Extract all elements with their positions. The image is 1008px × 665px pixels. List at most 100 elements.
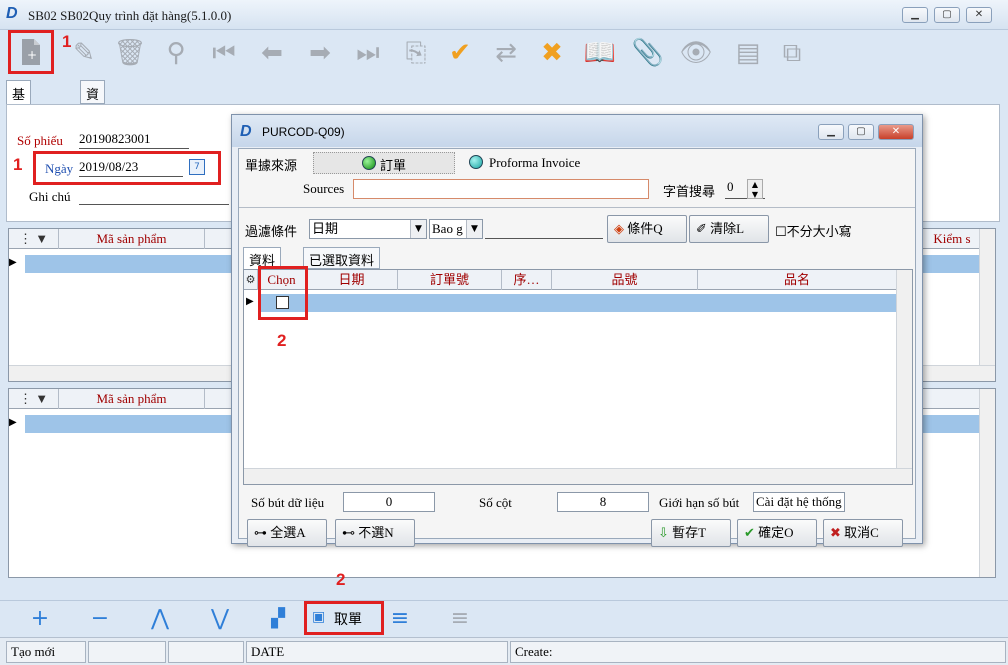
divider (239, 207, 915, 208)
dialog-minimize-button[interactable]: ▁ (818, 124, 844, 140)
attach-clip-icon[interactable]: 📎 (628, 34, 668, 72)
select-none-label: 不選N (358, 525, 394, 540)
grid2-vscroll[interactable] (979, 389, 995, 577)
col-item-no[interactable]: 品號 (552, 270, 698, 290)
dialog-grid-vscroll[interactable] (896, 270, 912, 468)
grid1-vscroll[interactable] (979, 229, 995, 365)
table-row[interactable] (258, 294, 896, 312)
cancel-button[interactable]: ✖ 取消C (823, 519, 903, 547)
filter-field-select[interactable]: 日期 ▼ (309, 219, 427, 239)
search-magnifier-icon[interactable]: ⚲ (156, 34, 196, 72)
ngay-label: Ngày (45, 161, 74, 176)
filter-op-value: Bao g (432, 221, 463, 236)
condition-button-label: 條件Q (627, 221, 663, 236)
dialog-tab-selected[interactable]: 已選取資料 (303, 247, 381, 269)
dialog-close-button[interactable]: ✕ (878, 124, 914, 140)
add-row-icon[interactable]: + (20, 606, 60, 632)
so-phieu-field[interactable]: 20190823001 (79, 131, 189, 149)
col-date[interactable]: 日期 (306, 270, 398, 290)
green-led-icon (362, 156, 376, 170)
refresh-icon[interactable]: ⇄ (486, 34, 526, 72)
ngay-field[interactable]: 2019/08/23 (79, 159, 183, 177)
remove-row-icon[interactable]: − (80, 606, 120, 632)
grid1-col-ma[interactable]: Mã sản phẩm (59, 229, 205, 249)
sources-input[interactable] (353, 179, 649, 199)
limit-label: Giới hạn số bút (659, 495, 740, 510)
ok-label: 確定O (758, 525, 794, 540)
edit-pencil-icon[interactable]: ✎ (64, 34, 104, 72)
limit-value[interactable]: Cài đặt hệ thống (753, 492, 845, 512)
next-record-icon[interactable]: ➡ (300, 34, 340, 72)
list-disabled-icon[interactable]: ≡ (440, 606, 480, 632)
row-pointer-icon: ▶ (9, 257, 17, 268)
maximize-button[interactable]: ▢ (934, 7, 960, 23)
filter-field-value: 日期 (312, 221, 339, 236)
book-icon[interactable]: 📖 (580, 34, 620, 72)
teal-led-icon[interactable] (469, 155, 483, 169)
ghi-chu-field[interactable] (79, 187, 229, 205)
column-count-value: 8 (557, 492, 649, 512)
prev-record-icon[interactable]: ⬅ (252, 34, 292, 72)
new-doc-button[interactable]: + (8, 30, 54, 74)
export-xls-icon[interactable]: ▤ (728, 34, 768, 72)
grid2-col-ma[interactable]: Mã sản phẩm (59, 389, 205, 409)
status-field: DATE (246, 641, 508, 663)
svg-text:+: + (27, 48, 37, 62)
view-eye-icon[interactable]: 👁 (676, 34, 716, 72)
filter-value-input[interactable] (485, 219, 603, 239)
dialog-logo-icon: D (240, 123, 252, 140)
col-item-name[interactable]: 品名 (698, 270, 896, 290)
window-titlebar: D SB02 SB02Quy trình đặt hàng(5.1.0.0) ▁… (0, 0, 1008, 30)
tab-basic-info[interactable]: 基本資料 (6, 80, 32, 159)
calendar-icon[interactable]: 7 (189, 159, 205, 175)
list-icon[interactable]: ≡ (380, 606, 420, 632)
move-up-icon[interactable]: ⋀ (140, 606, 180, 632)
close-icon: ✖ (830, 526, 841, 541)
spinner-arrows-icon[interactable]: ▲ ▼ (747, 179, 763, 199)
purcod-dialog: D PURCOD-Q09) ▁ ▢ ✕ 單據來源 訂單 Proforma Inv… (231, 114, 923, 547)
filter-op-select[interactable]: Bao g ▼ (429, 219, 483, 239)
select-all-button[interactable]: ⊶ 全選A (247, 519, 327, 547)
first-record-icon[interactable]: ⏮ (204, 34, 244, 72)
condition-button[interactable]: ◈ 條件Q (607, 215, 687, 243)
last-record-icon[interactable]: ⏭ (348, 34, 388, 72)
flow-icon[interactable]: ⧉ (772, 34, 812, 72)
ghi-chu-label: Ghi chú (29, 189, 71, 204)
annotation-number-2: 2 (277, 331, 287, 350)
annotation-number-1b: 1 (13, 155, 23, 174)
take-order-button[interactable]: 取單 (334, 609, 362, 629)
move-down-icon[interactable]: ⋁ (200, 606, 240, 632)
ok-button[interactable]: ✔ 確定O (737, 519, 817, 547)
blocks-icon[interactable]: ▞ (258, 606, 298, 632)
column-count-label: Số cột (479, 495, 512, 510)
select-none-button[interactable]: ⊷ 不選N (335, 519, 415, 547)
tab-browse[interactable]: 資料瀏覽 (80, 80, 106, 159)
gear-icon[interactable]: ⚙ (244, 270, 258, 290)
delete-trash-icon[interactable]: 🗑 (110, 34, 150, 72)
dialog-title: PURCOD-Q09) (262, 125, 345, 139)
cancel-label: 取消C (844, 525, 879, 540)
copy-doc-icon[interactable]: ⎘ (396, 34, 436, 72)
col-order-no[interactable]: 訂單號 (398, 270, 502, 290)
download-icon: ⇩ (658, 526, 669, 541)
select-all-label: 全選A (270, 525, 306, 540)
source-option-proforma-label[interactable]: Proforma Invoice (489, 155, 580, 171)
dialog-grid-hscroll[interactable] (244, 468, 912, 484)
dialog-maximize-button[interactable]: ▢ (848, 124, 874, 140)
close-button[interactable]: ✕ (966, 7, 992, 23)
select-col-highlight (258, 266, 308, 320)
confirm-check-icon[interactable]: ✔ (440, 34, 480, 72)
save-temp-button[interactable]: ⇩ 暫存T (651, 519, 731, 547)
minimize-button[interactable]: ▁ (902, 7, 928, 23)
cancel-x-icon[interactable]: ✖ (532, 34, 572, 72)
case-insensitive-checkbox[interactable]: ☐不分大小寫 (775, 221, 852, 240)
chevron-down-icon: ▼ (410, 220, 426, 238)
status-cell-2 (88, 641, 166, 663)
grid1-col-kiem[interactable]: Kiểm s (925, 229, 979, 249)
source-option-order[interactable]: 訂單 (313, 152, 455, 174)
clear-button[interactable]: ✐ 清除L (689, 215, 769, 243)
record-count-value: 0 (343, 492, 435, 512)
dialog-results-grid[interactable]: ⚙ Chọn 日期 訂單號 序… 品號 品名 ▶ (243, 266, 913, 485)
col-seq[interactable]: 序… (502, 270, 552, 290)
row-pointer-icon: ▶ (246, 296, 254, 307)
